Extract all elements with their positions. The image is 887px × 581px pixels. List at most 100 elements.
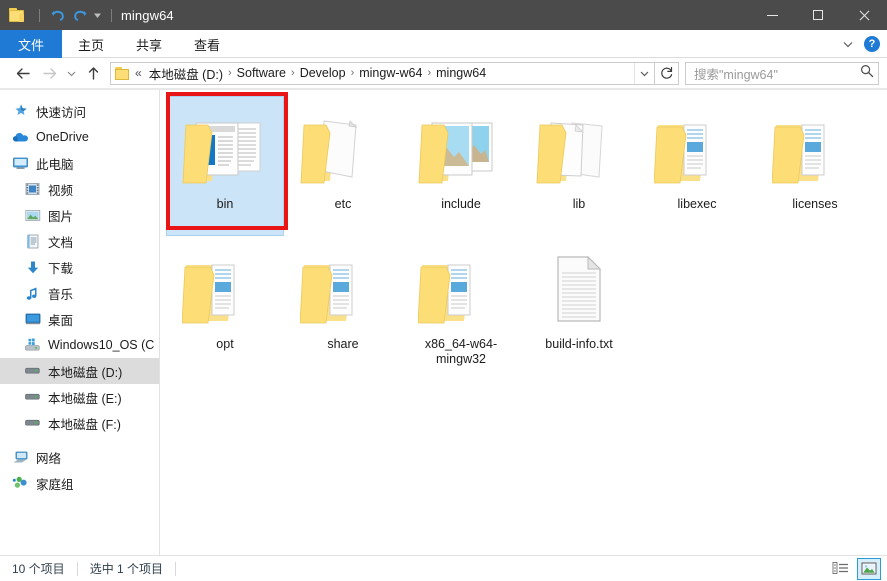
tab-share[interactable]: 共享 bbox=[120, 30, 178, 58]
file-item-x86-64-w64-mingw32[interactable]: x86_64-w64-mingw32 bbox=[402, 236, 520, 376]
video-icon bbox=[24, 181, 41, 198]
folder-mixed-icon bbox=[413, 245, 509, 331]
ribbon-right-controls: ? bbox=[837, 30, 883, 58]
breadcrumb-path: « 本地磁盘 (D:) › Software › Develop › mingw… bbox=[134, 62, 634, 85]
breadcrumb[interactable]: « 本地磁盘 (D:) › Software › Develop › mingw… bbox=[110, 61, 655, 85]
sidebar-item-label: 网络 bbox=[36, 451, 62, 466]
help-button[interactable]: ? bbox=[861, 33, 883, 55]
sidebar-item-videos[interactable]: 视频 bbox=[0, 176, 159, 202]
window-title: mingw64 bbox=[121, 7, 174, 23]
view-toggle-group bbox=[829, 556, 881, 581]
sidebar-item-homegroup[interactable]: 家庭组 bbox=[0, 470, 159, 496]
close-button[interactable] bbox=[841, 0, 887, 30]
divider bbox=[76, 561, 78, 576]
file-item-label: lib bbox=[572, 197, 586, 211]
file-item-libexec[interactable]: libexec bbox=[638, 96, 756, 236]
maximize-button[interactable] bbox=[795, 0, 841, 30]
breadcrumb-item-mingw64[interactable]: mingw64 bbox=[432, 64, 490, 82]
title-bar: mingw64 bbox=[0, 0, 887, 30]
picture-icon bbox=[24, 207, 41, 224]
tab-home-label: 主页 bbox=[78, 37, 105, 53]
folder-mixed-icon bbox=[649, 105, 745, 191]
sidebar-item-local-disk-e[interactable]: 本地磁盘 (E:) bbox=[0, 384, 159, 410]
tab-home[interactable]: 主页 bbox=[62, 30, 120, 58]
file-item-opt[interactable]: opt bbox=[166, 236, 284, 376]
file-item-share[interactable]: share bbox=[284, 236, 402, 376]
sidebar-item-music[interactable]: 音乐 bbox=[0, 280, 159, 306]
desktop-icon bbox=[24, 311, 41, 328]
folder-mixed-icon bbox=[177, 245, 273, 331]
file-item-include[interactable]: include bbox=[402, 96, 520, 236]
file-item-lib[interactable]: lib bbox=[520, 96, 638, 236]
breadcrumb-item-develop[interactable]: Develop bbox=[296, 64, 350, 82]
sidebar-item-quick-access[interactable]: 快速访问 bbox=[0, 98, 159, 124]
sidebar-item-label: 文档 bbox=[48, 235, 74, 250]
sidebar-item-desktop[interactable]: 桌面 bbox=[0, 306, 159, 332]
sidebar-item-onedrive[interactable]: OneDrive bbox=[0, 124, 159, 150]
sidebar-item-documents[interactable]: 文档 bbox=[0, 228, 159, 254]
undo-icon[interactable] bbox=[47, 4, 69, 26]
back-button[interactable] bbox=[10, 61, 36, 85]
details-view-button[interactable] bbox=[829, 558, 853, 580]
address-dropdown-chevron-down-icon[interactable] bbox=[634, 62, 654, 84]
divider bbox=[175, 561, 177, 576]
search-icon[interactable] bbox=[860, 64, 874, 83]
quick-access-toolbar: mingw64 bbox=[0, 4, 174, 26]
up-button[interactable] bbox=[80, 61, 106, 85]
homegroup-icon bbox=[12, 475, 29, 492]
status-item-count: 10 个项目 bbox=[12, 562, 65, 576]
sidebar-item-pictures[interactable]: 图片 bbox=[0, 202, 159, 228]
refresh-button[interactable] bbox=[655, 61, 679, 85]
folder-mixed-icon bbox=[295, 245, 391, 331]
drive-icon bbox=[24, 389, 41, 406]
sidebar-item-local-disk-d[interactable]: 本地磁盘 (D:) bbox=[0, 358, 159, 384]
status-selection-count: 选中 1 个项目 bbox=[89, 562, 164, 576]
address-bar: « 本地磁盘 (D:) › Software › Develop › mingw… bbox=[0, 58, 887, 89]
sidebar-item-label: 本地磁盘 (E:) bbox=[48, 391, 122, 406]
minimize-button[interactable] bbox=[749, 0, 795, 30]
window-controls bbox=[749, 0, 887, 30]
network-icon bbox=[12, 449, 29, 466]
search-placeholder: 搜索"mingw64" bbox=[694, 67, 778, 82]
breadcrumb-overflow-icon[interactable]: « bbox=[134, 66, 145, 80]
cloud-icon bbox=[12, 129, 29, 146]
file-item-etc[interactable]: etc bbox=[284, 96, 402, 236]
customize-qat-chevron-down-icon[interactable] bbox=[91, 4, 104, 26]
breadcrumb-item-software[interactable]: Software bbox=[233, 64, 290, 82]
tab-file[interactable]: 文件 bbox=[0, 30, 62, 58]
file-item-label: opt bbox=[216, 337, 234, 351]
folder-icon bbox=[9, 8, 26, 22]
file-item-label: include bbox=[441, 197, 481, 211]
search-input[interactable]: 搜索"mingw64" bbox=[685, 61, 879, 85]
file-item-build-info-txt[interactable]: build-info.txt bbox=[520, 236, 638, 376]
file-grid: bin etc include lib libexec licenses opt… bbox=[166, 96, 887, 376]
recent-locations-chevron-down-icon[interactable] bbox=[62, 61, 80, 85]
sidebar-item-label: Windows10_OS (C bbox=[48, 338, 155, 352]
ribbon-tab-bar: 文件 主页 共享 查看 ? bbox=[0, 30, 887, 58]
download-icon bbox=[24, 259, 41, 276]
folder-image-icon bbox=[413, 105, 509, 191]
sidebar-item-this-pc[interactable]: 此电脑 bbox=[0, 150, 159, 176]
breadcrumb-item-drive[interactable]: 本地磁盘 (D:) bbox=[145, 62, 227, 85]
file-item-label: etc bbox=[334, 197, 352, 211]
file-item-bin[interactable]: bin bbox=[166, 96, 284, 236]
status-bar: 10 个项目 选中 1 个项目 bbox=[0, 555, 887, 581]
sidebar-item-local-disk-f[interactable]: 本地磁盘 (F:) bbox=[0, 410, 159, 436]
tab-view[interactable]: 查看 bbox=[178, 30, 236, 58]
navigation-pane: 快速访问 OneDrive 此电脑 视频 图片 文档 下载 音乐 桌面 Wind… bbox=[0, 90, 160, 555]
file-item-licenses[interactable]: licenses bbox=[756, 96, 874, 236]
music-icon bbox=[24, 285, 41, 302]
sidebar-item-downloads[interactable]: 下载 bbox=[0, 254, 159, 280]
expand-ribbon-chevron-down-icon[interactable] bbox=[837, 33, 859, 55]
breadcrumb-item-mingw-w64[interactable]: mingw-w64 bbox=[355, 64, 426, 82]
file-list-view[interactable]: bin etc include lib libexec licenses opt… bbox=[160, 90, 887, 555]
folder-code-icon bbox=[177, 105, 273, 191]
sidebar-item-windows10-os[interactable]: Windows10_OS (C bbox=[0, 332, 159, 358]
sidebar-item-label: 快速访问 bbox=[36, 105, 87, 120]
sidebar-item-network[interactable]: 网络 bbox=[0, 444, 159, 470]
redo-icon[interactable] bbox=[69, 4, 91, 26]
sidebar-item-label: 此电脑 bbox=[36, 157, 74, 172]
file-item-label: libexec bbox=[677, 197, 717, 211]
large-icons-view-button[interactable] bbox=[857, 557, 881, 580]
file-item-label: share bbox=[327, 337, 359, 351]
